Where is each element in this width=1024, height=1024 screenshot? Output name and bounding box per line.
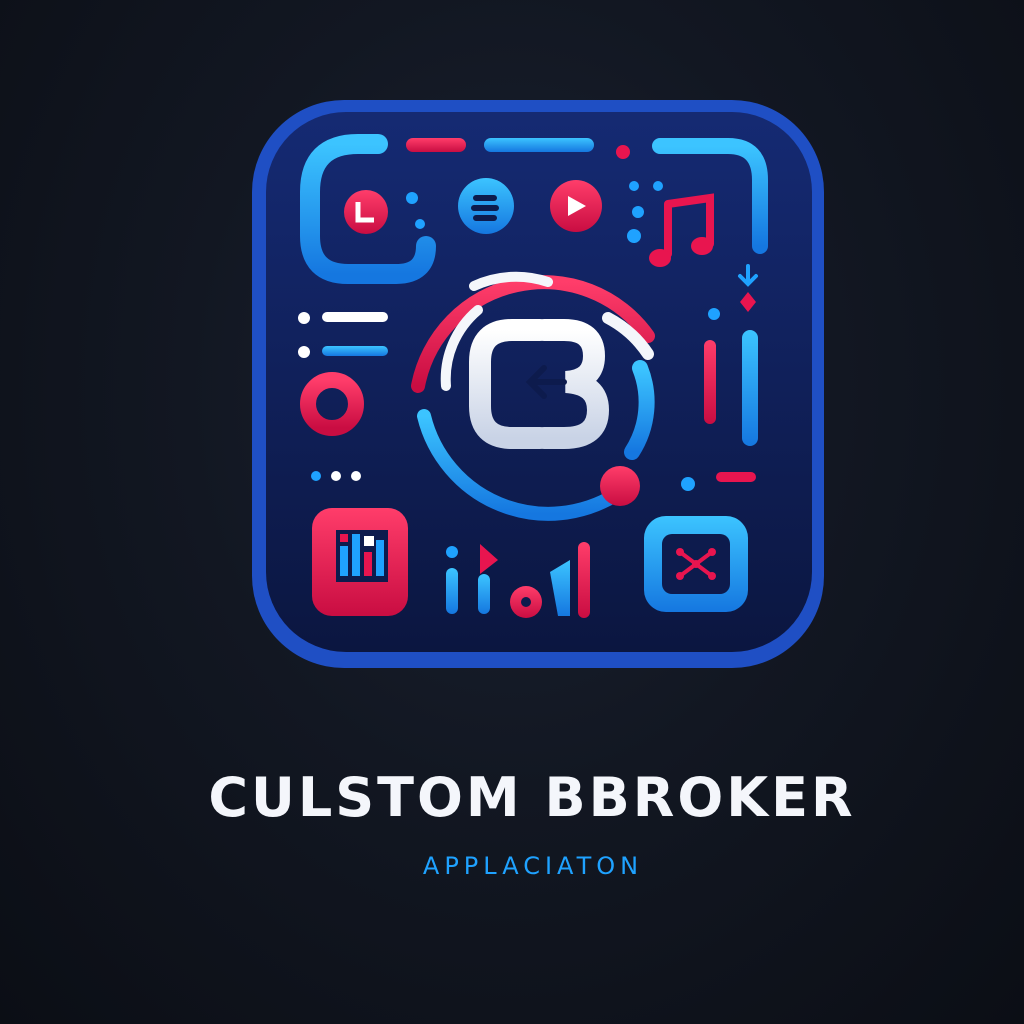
ring-knob bbox=[600, 466, 640, 506]
top-dot bbox=[616, 145, 630, 159]
dot bbox=[351, 471, 361, 481]
app-subtitle: APPLACIATON bbox=[422, 852, 644, 880]
dot bbox=[681, 477, 695, 491]
play-button-icon bbox=[550, 180, 602, 232]
side-bar-red bbox=[704, 340, 716, 424]
connection-node-icon bbox=[644, 516, 748, 612]
dot bbox=[415, 219, 425, 229]
equalizer-icon bbox=[312, 508, 408, 616]
dot bbox=[298, 312, 310, 324]
side-bar-small bbox=[716, 472, 756, 482]
dot bbox=[406, 192, 418, 204]
line bbox=[322, 312, 388, 322]
play-button-icon bbox=[344, 190, 388, 234]
side-bar-blue bbox=[742, 330, 758, 446]
dot bbox=[331, 471, 341, 481]
dot bbox=[629, 181, 639, 191]
line bbox=[322, 346, 388, 356]
dot bbox=[653, 181, 663, 191]
top-bar-blue bbox=[484, 138, 594, 152]
dot bbox=[298, 346, 310, 358]
app-icon-tile bbox=[248, 96, 828, 672]
logo-canvas: CULSTOM BBROKER APPLACIATON bbox=[0, 0, 1024, 1024]
dot bbox=[632, 206, 644, 218]
dot bbox=[627, 229, 641, 243]
dot bbox=[708, 308, 720, 320]
app-title: CULSTOM BBROKER bbox=[208, 766, 856, 829]
menu-button-icon bbox=[458, 178, 514, 234]
dot bbox=[311, 471, 321, 481]
top-bar-red bbox=[406, 138, 466, 152]
